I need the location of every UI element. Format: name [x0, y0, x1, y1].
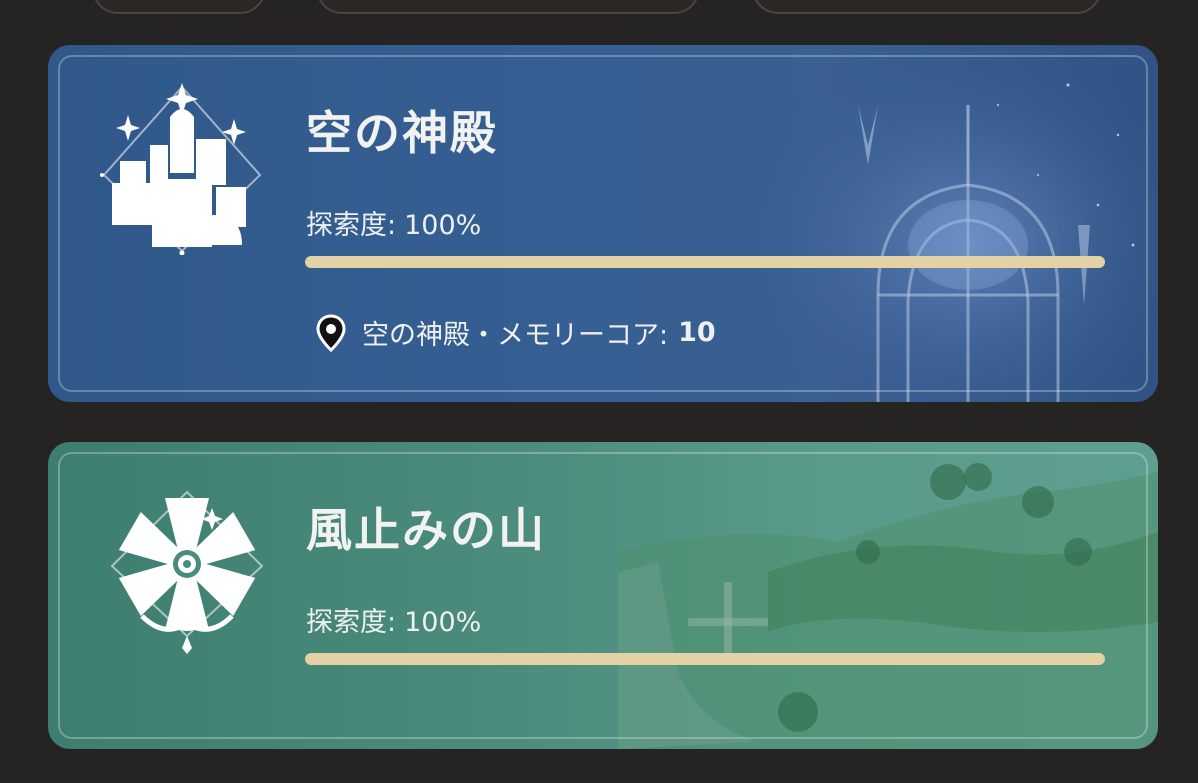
progress-bar-fill: [305, 653, 1105, 665]
location-pin-icon: [316, 313, 346, 352]
sky-temple-emblem-icon: [100, 83, 262, 255]
windmill-emblem-icon: [110, 490, 264, 654]
memory-core-count: 10: [678, 317, 716, 348]
region-card-sky-temple[interactable]: 空の神殿 探索度: 100% 空の神殿・メモリーコア: 10: [48, 45, 1158, 402]
progress-caption: 探索度:: [306, 210, 397, 241]
exploration-progress-label: 探索度: 100%: [306, 600, 481, 639]
region-title: 風止みの山: [306, 503, 546, 557]
progress-value: 100%: [404, 607, 482, 638]
top-tab-left[interactable]: [92, 0, 266, 14]
progress-bar-fill: [305, 256, 1105, 268]
memory-core-row[interactable]: 空の神殿・メモリーコア: 10: [316, 313, 716, 352]
memory-core-label: 空の神殿・メモリーコア:: [362, 320, 669, 351]
top-tab-middle[interactable]: [316, 0, 700, 14]
windrest-mountain-background-art: [618, 463, 1158, 749]
exploration-progress-label: 探索度: 100%: [306, 203, 481, 242]
region-title: 空の神殿: [306, 106, 498, 160]
progress-value: 100%: [404, 210, 482, 241]
progress-caption: 探索度:: [306, 607, 397, 638]
top-tab-right[interactable]: [752, 0, 1102, 14]
exploration-progress-bar: [305, 256, 1105, 268]
sky-temple-background-art: [738, 45, 1158, 402]
exploration-progress-bar: [305, 653, 1105, 665]
region-card-windrest-mountain[interactable]: 風止みの山 探索度: 100%: [48, 442, 1158, 749]
